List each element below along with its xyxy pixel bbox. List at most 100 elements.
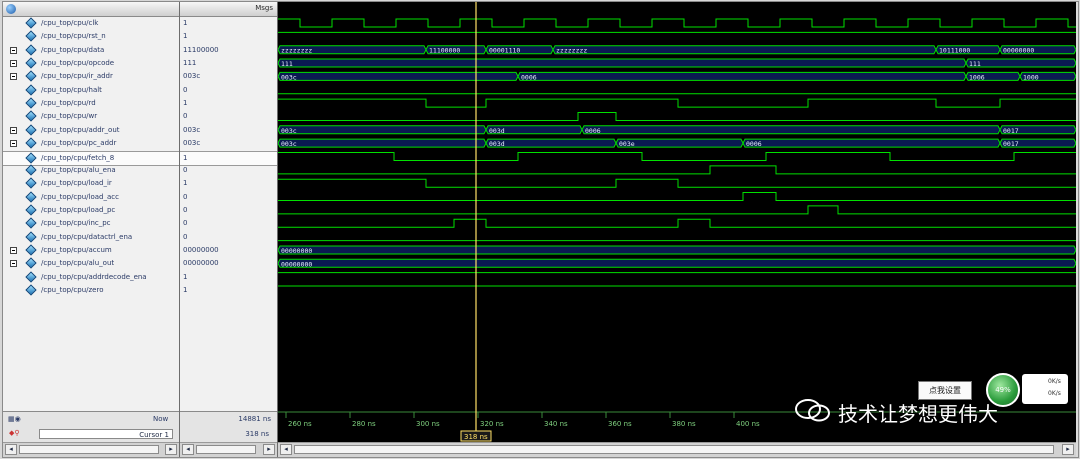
value-row[interactable]: 11100000 (180, 44, 277, 57)
name-scrollbar[interactable]: ◂ ▸ (3, 442, 179, 457)
expand-icon[interactable] (10, 46, 17, 54)
expand-icon[interactable] (10, 260, 17, 268)
bus-segment (581, 125, 1001, 135)
signal-name: /cpu_top/cpu/datactrl_ena (41, 232, 133, 241)
scroll-thumb[interactable] (19, 445, 159, 454)
signal-row[interactable]: /cpu_top/cpu/accum (3, 244, 179, 257)
signal-name: /cpu_top/cpu/load_acc (41, 192, 119, 201)
app-logo-icon (6, 4, 16, 14)
signal-name: /cpu_top/cpu/pc_addr (41, 139, 117, 148)
value-row[interactable]: 003c (180, 70, 277, 83)
signal-trace (278, 178, 1076, 188)
wave-scrollbar[interactable]: ◂ ▸ (278, 442, 1076, 457)
value-row[interactable]: 0 (180, 164, 277, 177)
upload-speed: 0K/s (1048, 378, 1061, 385)
value-row[interactable]: 00000000 (180, 257, 277, 270)
signal-row[interactable]: /cpu_top/cpu/load_ir (3, 177, 179, 190)
value-row[interactable]: 00000000 (180, 244, 277, 257)
signal-row[interactable]: /cpu_top/cpu/rst_n (3, 30, 179, 43)
bus-value-label: 1006 (969, 73, 985, 81)
expand-icon[interactable] (10, 126, 17, 134)
signal-row[interactable]: /cpu_top/cpu/alu_ena (3, 164, 179, 177)
scroll-left-icon[interactable]: ◂ (182, 444, 194, 455)
signal-row[interactable]: /cpu_top/cpu/zero (3, 284, 179, 297)
signal-row[interactable]: /cpu_top/cpu/data (3, 44, 179, 57)
value-row[interactable]: 003c (180, 137, 277, 150)
value-row[interactable]: 0 (180, 84, 277, 97)
bus-value-label: zzzzzzzz (556, 47, 587, 55)
signal-row[interactable]: /cpu_top/cpu/inc_pc (3, 217, 179, 230)
value-row[interactable]: 0 (180, 217, 277, 230)
signal-row[interactable]: /cpu_top/cpu/clk (3, 17, 179, 30)
signal-name: /cpu_top/cpu/data (41, 45, 105, 54)
signal-row[interactable]: /cpu_top/cpu/load_pc (3, 204, 179, 217)
value-row[interactable]: 1 (180, 17, 277, 30)
signal-value: 1 (183, 179, 188, 188)
value-row[interactable]: 1 (180, 271, 277, 284)
signal-name: /cpu_top/cpu/addrdecode_ena (41, 272, 147, 281)
signal-row[interactable]: /cpu_top/cpu/addrdecode_ena (3, 270, 179, 284)
value-pane-header: Msgs (180, 2, 277, 17)
signal-icon (25, 17, 37, 29)
bus-value-label: 0017 (1003, 140, 1019, 148)
signal-trace (278, 218, 1076, 228)
signal-row[interactable]: /cpu_top/cpu/addr_out (3, 124, 179, 137)
signal-row[interactable]: /cpu_top/cpu/ir_addr (3, 70, 179, 83)
bus-segment (485, 138, 617, 148)
expand-icon[interactable] (10, 246, 17, 254)
now-value: 14881 ns (238, 415, 271, 423)
signal-row[interactable]: /cpu_top/cpu/load_acc (3, 190, 179, 204)
scroll-right-icon[interactable]: ▸ (1062, 444, 1074, 455)
expand-icon[interactable] (10, 60, 17, 68)
time-tick-label: 400 ns (736, 420, 760, 428)
signal-value: 11100000 (183, 45, 219, 54)
signal-row[interactable]: /cpu_top/cpu/rd (3, 97, 179, 110)
signal-name: /cpu_top/cpu/addr_out (41, 125, 120, 134)
signal-value: 0 (183, 192, 188, 201)
bus-segment (552, 45, 937, 55)
expand-icon[interactable] (10, 140, 17, 148)
value-row[interactable]: 1 (180, 284, 277, 297)
signal-icon (25, 244, 37, 256)
cursor-value: 318 ns (245, 430, 269, 438)
value-scrollbar[interactable]: ◂ ▸ (180, 442, 277, 457)
value-row[interactable]: 111 (180, 57, 277, 70)
signal-row[interactable]: /cpu_top/cpu/datactrl_ena (3, 230, 179, 244)
bus-value-label: 00000000 (281, 247, 312, 255)
bus-segment (277, 71, 519, 81)
signal-row[interactable]: /cpu_top/cpu/alu_out (3, 257, 179, 270)
scroll-left-icon[interactable]: ◂ (5, 444, 17, 455)
value-row[interactable]: 1 (180, 97, 277, 110)
signal-value: 00000000 (183, 259, 219, 268)
cursor-icon[interactable]: ◆⚲ (9, 429, 20, 437)
signal-trace (278, 165, 1076, 175)
value-row[interactable]: 1 (180, 30, 277, 43)
signal-trace (278, 205, 1076, 215)
signal-icon (25, 97, 37, 109)
scroll-right-icon[interactable]: ▸ (165, 444, 177, 455)
value-row[interactable]: 0 (180, 204, 277, 217)
signal-value: 1 (183, 99, 188, 108)
signal-row[interactable]: /cpu_top/cpu/wr (3, 110, 179, 123)
signal-icon (25, 110, 37, 123)
value-row[interactable]: 0 (180, 191, 277, 204)
expand-icon[interactable] (10, 73, 17, 81)
cursor-name-field[interactable]: Cursor 1 (39, 429, 173, 439)
scroll-right-icon[interactable]: ▸ (263, 444, 275, 455)
signal-trace (278, 111, 1076, 121)
bus-value-label: 0006 (521, 73, 537, 81)
scroll-left-icon[interactable]: ◂ (280, 444, 292, 455)
signal-row[interactable]: /cpu_top/cpu/halt (3, 84, 179, 97)
value-row[interactable]: 0 (180, 110, 277, 123)
value-row[interactable]: 1 (180, 177, 277, 190)
signal-row[interactable]: /cpu_top/cpu/opcode (3, 57, 179, 70)
scroll-thumb[interactable] (294, 445, 1054, 454)
signal-name: /cpu_top/cpu/opcode (41, 59, 115, 68)
scroll-thumb[interactable] (196, 445, 256, 454)
signal-row[interactable]: /cpu_top/cpu/pc_addr (3, 137, 179, 150)
value-row[interactable]: 003c (180, 124, 277, 137)
value-row[interactable]: 0 (180, 231, 277, 244)
bus-value-label: 0006 (746, 140, 762, 148)
signal-name: /cpu_top/cpu/alu_out (41, 259, 115, 268)
signal-icon (25, 270, 37, 283)
